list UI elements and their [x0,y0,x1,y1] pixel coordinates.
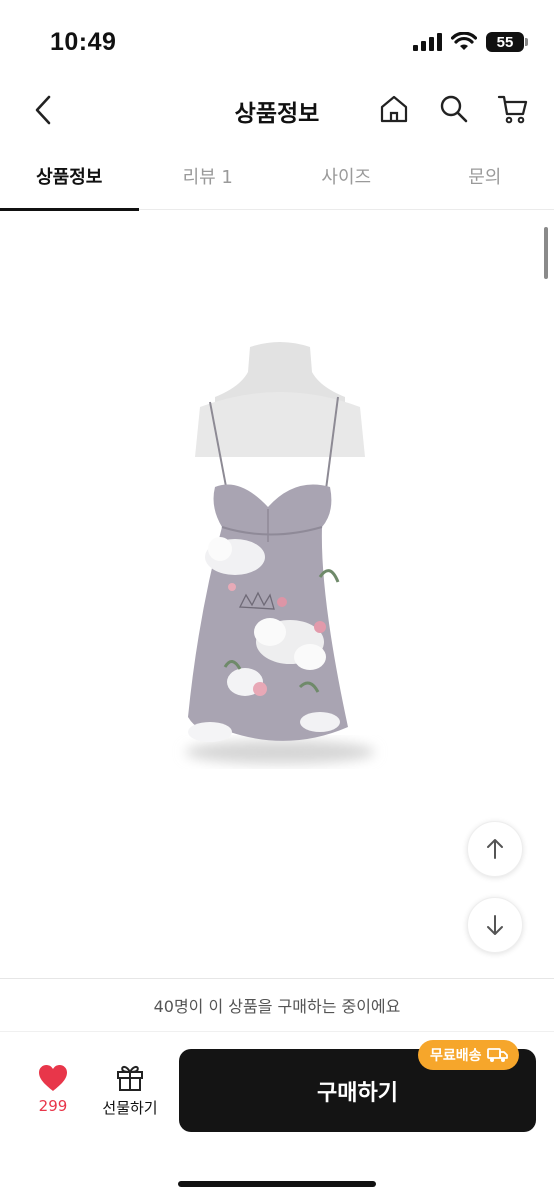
product-image [185,342,375,764]
home-indicator[interactable] [178,1181,376,1187]
tab-product-info[interactable]: 상품정보 [0,142,139,211]
status-icons: 55 [413,32,528,52]
cart-button[interactable] [494,90,532,128]
status-time: 10:49 [50,28,117,56]
signal-icon [413,33,442,51]
free-shipping-label: 무료배송 [430,1048,482,1064]
arrow-down-icon [487,915,503,935]
scroll-top-button[interactable] [467,821,523,877]
header: 상품정보 [0,80,554,140]
cart-icon [497,95,528,124]
gift-icon [117,1065,143,1091]
like-button[interactable]: 299 [22,1063,84,1133]
battery-indicator: 55 [486,32,528,52]
arrow-up-icon [487,839,503,859]
tab-inquiry[interactable]: 문의 [416,142,554,210]
status-bar: 10:49 55 [0,0,554,80]
purchase-activity-notice: 40명이 이 상품을 구매하는 중이에요 [0,978,554,1032]
home-button[interactable] [375,90,413,128]
scrollbar[interactable] [544,227,548,279]
product-detail-content[interactable] [0,211,554,976]
bottom-action-bar: 299 선물하기 구매하기 무료배송 [0,1033,554,1200]
search-button[interactable] [435,90,473,128]
search-icon [440,95,468,123]
tab-bar: 상품정보 리뷰 1 사이즈 문의 [0,142,554,211]
gift-button[interactable]: 선물하기 [96,1061,164,1131]
scroll-bottom-button[interactable] [467,897,523,953]
heart-icon [39,1065,67,1091]
home-icon [380,95,408,123]
like-count: 299 [38,1097,68,1115]
tab-reviews[interactable]: 리뷰 1 [139,142,278,210]
gift-label: 선물하기 [102,1099,158,1117]
tab-size[interactable]: 사이즈 [277,142,416,210]
free-shipping-badge: 무료배송 [418,1040,519,1070]
wifi-icon [451,32,477,50]
truck-icon [486,1048,508,1062]
